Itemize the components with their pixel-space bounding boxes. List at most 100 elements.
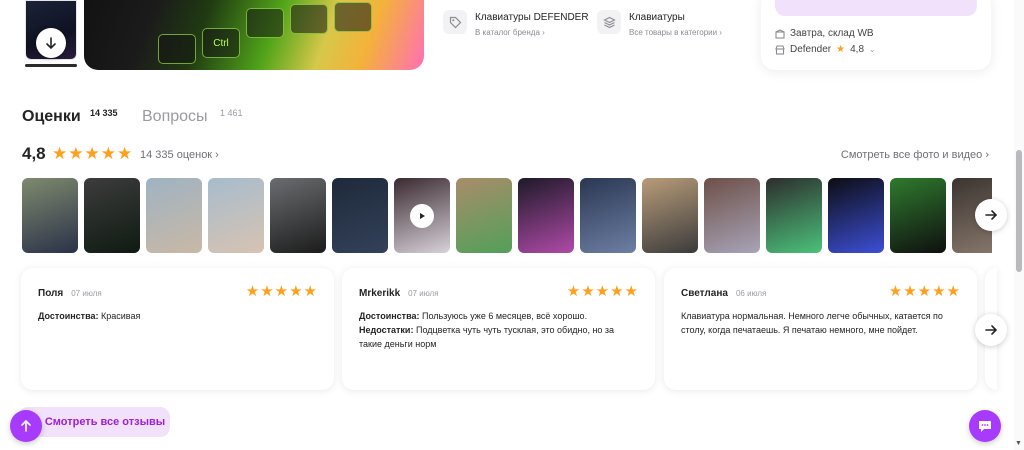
arrow-right-icon [985,325,998,335]
review-stars: ★ ★ ★ ★ ★ [889,284,960,300]
seller-info[interactable]: Defender ★ 4,8 ⌄ [775,44,876,55]
buy-now-button[interactable] [775,0,977,16]
review-date: 06 июля [735,288,767,298]
star-icon: ★ [303,283,317,300]
review-photo[interactable] [766,178,822,253]
keyboard-key-image [334,2,372,32]
star-icon: ★ [68,144,84,163]
review-line: Красивая [101,311,141,321]
review-photo-strip [22,178,992,253]
review-photo[interactable] [208,178,264,253]
review-photo[interactable] [642,178,698,253]
star-icon: ★ [52,144,68,163]
review-date: 07 июля [71,288,102,298]
ratings-count-link[interactable]: 14 335 оценок › [140,149,219,161]
review-body: Достоинства: Красивая [38,309,317,323]
review-label: Достоинства: [359,311,420,321]
review-author: Светлана [681,287,728,299]
rating-stars: ★ ★ ★ ★ ★ [52,144,132,164]
tab-ratings[interactable]: Оценки [22,108,81,126]
review-card: Светлана 06 июля ★ ★ ★ ★ ★ Клавиатура нормал… [664,268,977,390]
ratings-count-badge: 14 335 [90,108,118,118]
review-photo[interactable] [270,178,326,253]
keyboard-key-image [158,34,196,64]
purchase-card: Завтра, склад WB Defender ★ 4,8 ⌄ [761,0,991,70]
scroll-to-top-button[interactable] [10,410,42,442]
star-icon: ★ [84,144,100,163]
keyboard-key-image: Ctrl [202,28,240,58]
seller-rating: 4,8 [850,44,865,55]
star-icon: ★ [888,283,903,300]
star-icon: ★ [117,144,133,163]
tab-questions[interactable]: Вопросы [142,108,208,126]
category-link-title: Клавиатуры [629,12,685,23]
review-photo[interactable] [84,178,140,253]
store-icon [775,44,785,55]
review-photo[interactable] [456,178,512,253]
star-icon: ★ [289,283,303,300]
thumbnail-column [25,0,77,70]
review-line: Пользуюсь уже 6 месяцев, всё хорошо. [422,311,588,321]
star-icon: ★ [274,283,289,300]
review-photo[interactable] [828,178,884,253]
review-label: Недостатки: [359,325,414,335]
scroll-thumbnails-down-button[interactable] [36,28,66,58]
review-body: Достоинства: Пользуюсь уже 6 месяцев, вс… [359,309,638,351]
review-photo[interactable] [580,178,636,253]
arrow-up-icon [21,419,31,432]
star-icon: ★ [245,283,260,300]
star-icon: ★ [610,283,624,300]
review-photo[interactable] [890,178,946,253]
delivery-text: Завтра, склад WB [790,28,874,39]
review-stars: ★ ★ ★ ★ ★ [246,284,317,300]
play-icon [410,204,434,228]
brand-catalog-link[interactable]: Клавиатуры DEFENDER В каталог бренда › [443,10,589,39]
review-photo[interactable] [704,178,760,253]
star-icon: ★ [595,283,610,300]
keyboard-key-image [290,4,328,34]
category-link-subtitle: Все товары в категории › [629,28,722,37]
review-date: 07 июля [408,288,439,298]
photos-next-button[interactable] [975,199,1007,231]
review-photo[interactable] [518,178,574,253]
review-photo[interactable] [332,178,388,253]
keyboard-key-image [246,8,284,38]
category-link[interactable]: Клавиатуры Все товары в категории › [597,10,722,39]
page-scrollbar-thumb[interactable] [1016,150,1022,272]
brand-link-subtitle: В каталог бренда › [475,28,545,37]
star-icon: ★ [581,283,595,300]
review-author: Mrkerikk [359,287,401,299]
review-card: Поля 07 июля ★ ★ ★ ★ ★ Достоинства: Красивая [21,268,334,390]
review-photo[interactable] [394,178,450,253]
tag-icon [443,10,467,34]
average-rating: 4,8 [22,144,46,163]
product-main-photo[interactable]: Ctrl [84,0,424,70]
scrollbar-down-arrow-icon[interactable]: ▼ [1015,440,1022,447]
arrow-down-icon [46,37,56,50]
review-label: Достоинства: [38,311,99,321]
chat-button[interactable] [969,410,1001,442]
questions-count-badge: 1 461 [220,108,243,118]
brand-link-title: Клавиатуры DEFENDER [475,12,589,23]
star-icon: ★ [917,283,932,300]
review-stars: ★ ★ ★ ★ ★ [567,284,638,300]
review-body: Клавиатура нормальная. Немного легче обы… [681,309,960,337]
warehouse-icon [775,28,785,39]
review-card: Mrkerikk 07 июля ★ ★ ★ ★ ★ Достоинства: Поль… [342,268,655,390]
chat-icon [979,421,991,432]
star-icon: ★ [932,283,946,300]
star-icon: ★ [624,283,638,300]
see-all-photos-videos-link[interactable]: Смотреть все фото и видео › [841,149,989,161]
star-icon: ★ [903,283,917,300]
review-photo[interactable] [146,178,202,253]
star-icon: ★ [260,283,274,300]
review-line: Клавиатура нормальная. Немного легче обы… [681,311,943,335]
star-icon: ★ [946,283,960,300]
layers-icon [597,10,621,34]
reviews-next-button[interactable] [975,314,1007,346]
review-photo[interactable] [22,178,78,253]
review-author: Поля [38,287,64,299]
seller-name: Defender [790,44,832,55]
star-icon: ★ [100,144,116,163]
delivery-info: Завтра, склад WB [775,28,874,39]
